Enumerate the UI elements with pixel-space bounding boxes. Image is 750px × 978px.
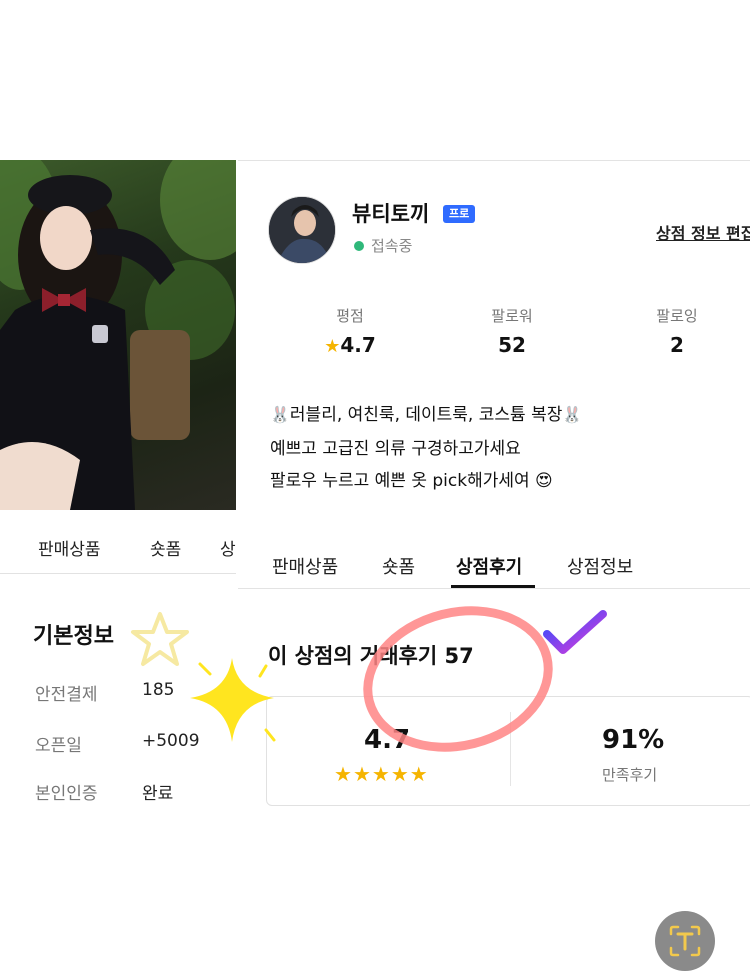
star-icon: ★ — [409, 762, 429, 786]
sparkle-icon — [190, 658, 276, 742]
edit-shop-info-link[interactable]: 상점 정보 편집 — [656, 220, 750, 244]
bio-text-1: 러블리, 여친룩, 데이트룩, 코스튬 복장 — [289, 405, 563, 425]
text-scan-icon — [669, 925, 701, 957]
tab-bar-divider — [238, 588, 750, 589]
stat-value-rating: ★4.7 — [305, 333, 395, 357]
bio-line-3: 팔로우 누르고 예쁜 옷 pick해가세여 😍 — [270, 466, 553, 491]
shop-name: 뷰티토끼 — [352, 202, 430, 226]
divider — [0, 573, 236, 574]
satisfaction-label: 만족후기 — [602, 766, 658, 784]
stat-label-rating: 평점 — [336, 307, 364, 325]
rabbit-emoji-icon: 🐰 — [562, 405, 583, 424]
stat-label-following[interactable]: 팔로잉 — [632, 305, 722, 326]
left-tab-products[interactable]: 판매상품 — [38, 535, 101, 560]
star-icon: ★ — [334, 762, 353, 786]
rating-number: 4.7 — [340, 333, 376, 357]
online-status-text: 접속중 — [371, 237, 413, 255]
info-label-open-date: 오픈일 — [35, 736, 82, 756]
stat-value-following[interactable]: 2 — [632, 333, 722, 357]
check-mark-icon — [543, 610, 607, 654]
info-value-safe-payment: 185 — [142, 680, 175, 700]
bio-text-3: 팔로우 누르고 예쁜 옷 pick해가세여 — [270, 471, 530, 491]
satisfaction-percent: 91% — [602, 725, 665, 755]
tab-shortform[interactable]: 숏폼 — [382, 553, 415, 579]
basic-info-title: 기본정보 — [33, 624, 114, 649]
tab-reviews[interactable]: 상점후기 — [456, 553, 522, 579]
stat-label-followers[interactable]: 팔로워 — [467, 305, 557, 326]
bio-line-2: 예쁘고 고급진 의류 구경하고가세요 — [270, 439, 521, 459]
star-icon: ★ — [371, 762, 391, 786]
stat-value-followers[interactable]: 52 — [467, 333, 557, 357]
star-icon: ★ — [352, 762, 372, 786]
star-icon: ★ — [390, 762, 410, 786]
online-status-dot — [354, 241, 364, 251]
tab-products[interactable]: 판매상품 — [272, 553, 338, 579]
shop-avatar[interactable] — [268, 196, 336, 264]
text-scan-button[interactable] — [655, 911, 715, 971]
star-icon: ★ — [324, 336, 341, 357]
info-value-verification: 완료 — [142, 784, 174, 804]
left-tab-shortform[interactable]: 숏폼 — [150, 535, 181, 560]
heart-eyes-emoji-icon: 😍 — [535, 471, 553, 491]
info-label-verification: 본인인증 — [35, 784, 98, 804]
tab-shop-info[interactable]: 상점정보 — [567, 553, 633, 579]
product-photo[interactable] — [0, 160, 236, 510]
left-tab-bar: 판매상품 숏폼 상 — [0, 515, 236, 575]
rabbit-emoji-icon: 🐰 — [270, 405, 290, 424]
pro-badge: 프로 — [443, 205, 476, 223]
left-tab-partial[interactable]: 상 — [220, 535, 236, 560]
info-label-safe-payment: 안전결제 — [35, 685, 98, 705]
star-rating: ★★★★★ — [334, 762, 429, 786]
bio-line-1: 🐰러블리, 여친룩, 데이트룩, 코스튬 복장🐰 — [270, 400, 582, 425]
